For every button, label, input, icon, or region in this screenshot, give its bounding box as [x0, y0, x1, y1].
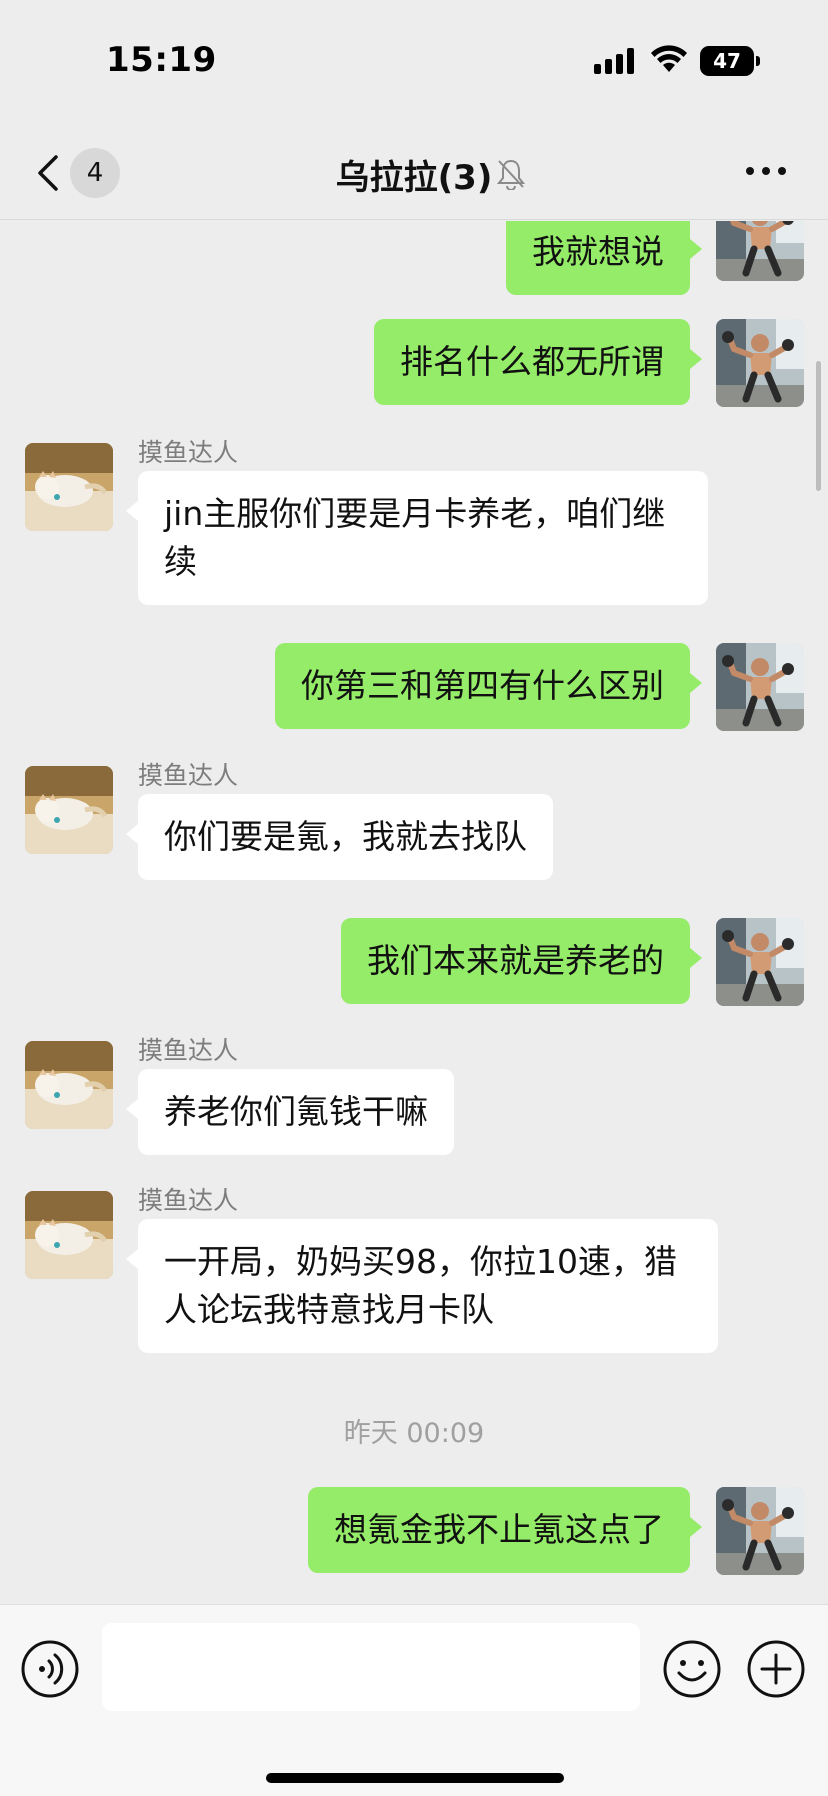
voice-input-icon[interactable]: [20, 1639, 80, 1699]
sender-name: 摸鱼达人: [138, 1036, 239, 1065]
message-input[interactable]: [102, 1623, 640, 1711]
outgoing-message[interactable]: 想氪金我不止氪这点了: [308, 1487, 702, 1573]
my-avatar[interactable]: [716, 1487, 804, 1575]
my-avatar[interactable]: [716, 918, 804, 1006]
outgoing-message[interactable]: 我就想说: [506, 221, 702, 295]
plus-icon[interactable]: [746, 1639, 806, 1699]
incoming-message[interactable]: 你们要是氪，我就去找队: [126, 794, 553, 880]
my-avatar[interactable]: [716, 319, 804, 407]
more-options-icon[interactable]: [744, 164, 788, 178]
incoming-message[interactable]: 养老你们氪钱干嘛: [126, 1069, 454, 1155]
input-bar: [0, 1604, 828, 1796]
sender-name: 摸鱼达人: [138, 761, 239, 790]
mute-bell-icon: [496, 159, 526, 190]
contact-avatar[interactable]: [25, 766, 113, 854]
status-bar: 15:19 47: [0, 0, 828, 120]
my-avatar[interactable]: [716, 221, 804, 281]
outgoing-message[interactable]: 我们本来就是养老的: [341, 918, 702, 1004]
outgoing-message[interactable]: 排名什么都无所谓: [374, 319, 702, 405]
incoming-message[interactable]: 一开局，奶妈买98，你拉10速，猎人论坛我特意找月卡队: [126, 1219, 718, 1353]
contact-avatar[interactable]: [25, 1041, 113, 1129]
cellular-signal-icon: [594, 48, 634, 74]
wifi-icon: [651, 45, 687, 72]
battery-icon: 47: [700, 46, 760, 76]
message-timestamp: 昨天 00:09: [343, 1418, 485, 1449]
scrollbar[interactable]: [816, 361, 821, 491]
contact-avatar[interactable]: [25, 443, 113, 531]
chat-header: 4 乌拉拉(3): [0, 120, 828, 220]
outgoing-message[interactable]: 你第三和第四有什么区别: [275, 643, 702, 729]
my-avatar[interactable]: [716, 643, 804, 731]
home-indicator[interactable]: [266, 1773, 564, 1783]
sender-name: 摸鱼达人: [138, 438, 239, 467]
battery-level: 47: [700, 46, 754, 76]
emoji-icon[interactable]: [662, 1639, 722, 1699]
chat-title: 乌拉拉(3): [335, 158, 493, 198]
sender-name: 摸鱼达人: [138, 1186, 239, 1215]
message-list[interactable]: 我就想说 排名什么都无所谓 摸鱼达人 jin主服你们要是月卡养老，咱们继续 你第…: [0, 221, 828, 1603]
incoming-message[interactable]: jin主服你们要是月卡养老，咱们继续: [126, 471, 708, 605]
contact-avatar[interactable]: [25, 1191, 113, 1279]
status-time: 15:19: [106, 40, 217, 80]
